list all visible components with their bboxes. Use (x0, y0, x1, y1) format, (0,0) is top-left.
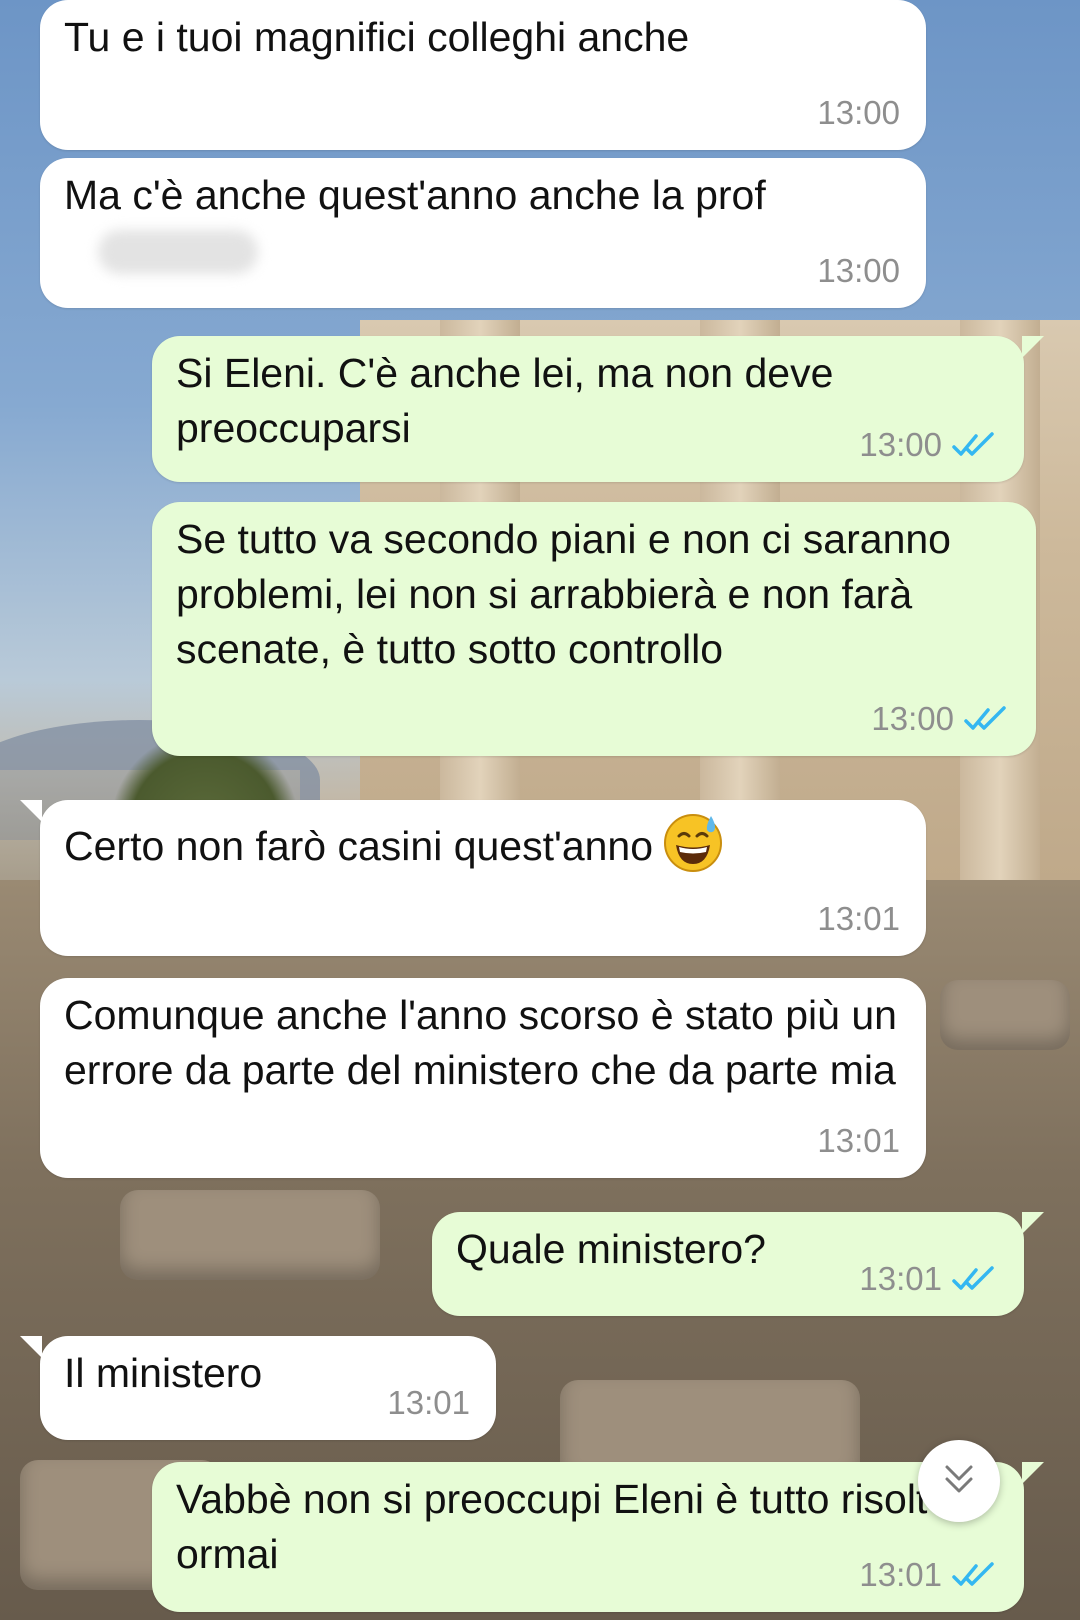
outgoing-message[interactable]: Si Eleni. C'è anche lei, ma non deve pre… (152, 336, 1044, 482)
message-text: Se tutto va secondo piani e non ci saran… (176, 516, 963, 672)
outgoing-message[interactable]: Se tutto va secondo piani e non ci saran… (152, 502, 1036, 756)
message-text: Ma c'è anche quest'anno anche la prof (64, 172, 766, 218)
message-time: 13:00 (817, 94, 900, 131)
outgoing-message[interactable]: Vabbè non si preoccupi Eleni è tutto ris… (152, 1462, 1044, 1612)
message-text: Comunque anche l'anno scorso è stato più… (64, 992, 909, 1093)
incoming-message[interactable]: Il ministero 13:01 (20, 1336, 496, 1440)
message-time: 13:01 (859, 1556, 942, 1593)
message-text-content: Certo non farò casini quest'anno (64, 823, 654, 869)
message-list[interactable]: Tu e i tuoi magnifici colleghi anche 13:… (0, 0, 1080, 1620)
grinning-face-with-sweat-icon (661, 810, 725, 874)
read-receipt-icon (952, 1265, 998, 1293)
message-time: 13:01 (817, 1122, 900, 1159)
redacted-name (98, 230, 258, 274)
incoming-message[interactable]: Comunque anche l'anno scorso è stato più… (40, 978, 926, 1178)
message-time: 13:01 (859, 1260, 942, 1297)
incoming-message[interactable]: Tu e i tuoi magnifici colleghi anche 13:… (40, 0, 926, 150)
message-time: 13:01 (387, 1384, 470, 1421)
outgoing-message[interactable]: Quale ministero? 13:01 (432, 1212, 1044, 1316)
message-time: 13:00 (871, 700, 954, 737)
read-receipt-icon (964, 705, 1010, 733)
read-receipt-icon (952, 1561, 998, 1589)
double-chevron-down-icon (939, 1459, 979, 1504)
scroll-to-bottom-button[interactable] (918, 1440, 1000, 1522)
message-time: 13:00 (817, 252, 900, 289)
message-time: 13:01 (817, 900, 900, 937)
message-text: Certo non farò casini quest'anno (64, 810, 900, 874)
read-receipt-icon (952, 431, 998, 459)
incoming-message[interactable]: Certo non farò casini quest'anno 13:01 (20, 800, 926, 956)
message-text: Tu e i tuoi magnifici colleghi anche (64, 14, 690, 60)
message-time: 13:00 (859, 426, 942, 463)
incoming-message[interactable]: Ma c'è anche quest'anno anche la prof 13… (40, 158, 926, 308)
